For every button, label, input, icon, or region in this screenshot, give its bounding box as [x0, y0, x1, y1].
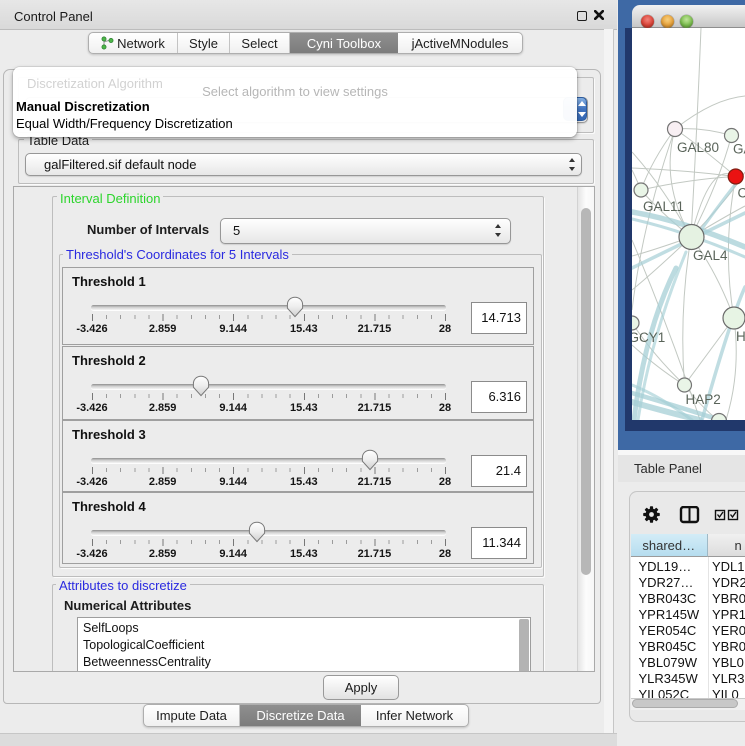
svg-text:GAL11: GAL11	[643, 199, 684, 214]
svg-text:GAL1: GAL1	[733, 142, 745, 157]
svg-text:HAP2: HAP2	[686, 392, 721, 407]
svg-text:HA: HA	[736, 329, 745, 344]
svg-text:CY: CY	[738, 186, 745, 201]
svg-text:GCY1: GCY1	[632, 330, 665, 345]
svg-text:GAL4: GAL4	[693, 248, 728, 263]
svg-text:GAL80: GAL80	[677, 140, 719, 155]
